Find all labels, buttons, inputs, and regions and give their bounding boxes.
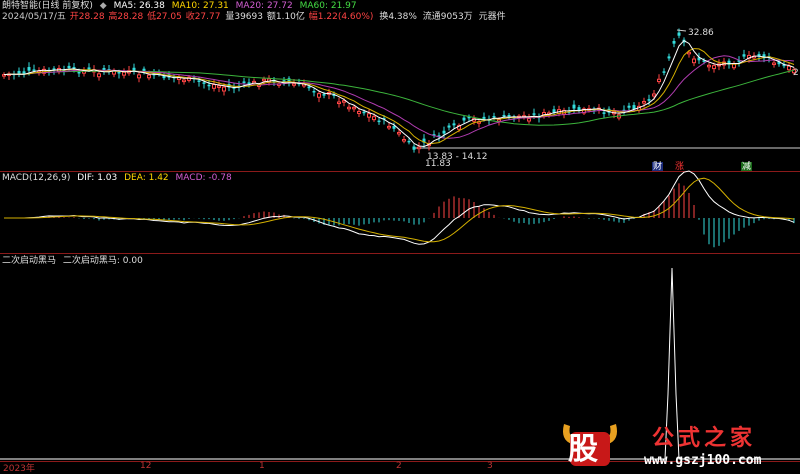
candlesticks xyxy=(2,28,796,154)
candle-body xyxy=(482,116,486,119)
candle-body xyxy=(392,126,396,129)
watermark-logo-char: 股 xyxy=(568,432,598,467)
candle-body xyxy=(222,86,226,92)
macd-histogram xyxy=(28,183,795,248)
candle-body xyxy=(602,112,606,114)
candle-body xyxy=(657,78,661,83)
candle-body xyxy=(692,58,696,64)
candle-body xyxy=(32,69,36,71)
candle-body xyxy=(447,125,451,128)
candle-body xyxy=(677,32,681,36)
candle-body xyxy=(72,67,76,69)
candle-body xyxy=(712,65,716,70)
candle-body xyxy=(357,110,361,114)
candle-body xyxy=(347,106,351,110)
candle-body xyxy=(212,84,216,89)
candle-body xyxy=(67,65,71,69)
candle-body xyxy=(97,73,101,78)
candle-body xyxy=(137,74,141,79)
candle-body xyxy=(787,65,791,71)
candle-body xyxy=(662,71,666,73)
watermark-url: www.gszj100.com xyxy=(644,453,762,468)
candle-body xyxy=(497,119,501,122)
xaxis-tick: 2 xyxy=(396,461,402,471)
candle-body xyxy=(627,105,631,108)
candle-body xyxy=(402,139,406,142)
dif-line xyxy=(4,170,795,245)
candle-body xyxy=(122,71,126,76)
candle-body xyxy=(342,100,346,103)
candle-body xyxy=(242,81,246,83)
range-label: 13.83 - 14.12 xyxy=(427,152,488,162)
candle-body xyxy=(117,72,121,74)
candle-body xyxy=(367,113,371,118)
candle-body xyxy=(217,85,221,88)
xaxis-tick: 12 xyxy=(140,461,152,471)
candle-body xyxy=(262,78,266,82)
candle-body xyxy=(507,114,511,117)
candle-body xyxy=(707,64,711,68)
candle-body xyxy=(377,120,381,123)
candle-body xyxy=(772,62,776,66)
candle-body xyxy=(362,111,366,114)
candle-body xyxy=(652,93,656,97)
candle-body xyxy=(572,104,576,109)
candle-body xyxy=(452,123,456,126)
right-edge-label: 2 xyxy=(793,68,799,78)
candle-body xyxy=(387,125,391,129)
price-chart[interactable]: 32.86 11.83 13.83 - 14.12 2 xyxy=(0,0,800,172)
candle-body xyxy=(182,79,186,83)
candle-body xyxy=(632,105,636,110)
candle-body xyxy=(337,101,341,105)
candle-body xyxy=(667,56,671,59)
candle-body xyxy=(502,114,506,117)
candle-body xyxy=(642,100,646,104)
macd-chart[interactable] xyxy=(0,166,800,256)
candle-body xyxy=(27,67,31,71)
candle-body xyxy=(312,90,316,93)
candle-body xyxy=(207,84,211,87)
high-marker xyxy=(676,29,687,32)
candle-body xyxy=(292,83,296,86)
candle-body xyxy=(417,146,421,150)
candle-body xyxy=(397,131,401,135)
candle-body xyxy=(492,116,496,118)
candle-body xyxy=(462,117,466,121)
candle-body xyxy=(77,71,81,74)
candle-body xyxy=(687,51,691,55)
candle-body xyxy=(442,130,446,134)
xaxis-tick: 2023年 xyxy=(3,464,35,474)
watermark: 股 公式之家 www.gszj100.com xyxy=(556,416,800,474)
candle-body xyxy=(147,74,151,79)
candle-body xyxy=(412,146,416,150)
xaxis-tick: 1 xyxy=(259,461,265,471)
candle-body xyxy=(132,67,136,71)
xaxis-tick: 3 xyxy=(487,461,493,471)
candle-body xyxy=(532,113,536,115)
candle-body xyxy=(307,86,311,89)
candle-body xyxy=(742,54,746,57)
candle-body xyxy=(647,99,651,101)
dea-line xyxy=(4,177,795,243)
candle-body xyxy=(317,93,321,98)
high-price-label: 32.86 xyxy=(688,28,714,38)
candle-body xyxy=(407,140,411,143)
candle-body xyxy=(202,82,206,84)
candle-body xyxy=(672,40,676,44)
watermark-name: 公式之家 xyxy=(652,425,757,451)
candle-body xyxy=(352,106,356,110)
candle-body xyxy=(527,118,531,122)
candle-body xyxy=(197,80,201,82)
candle-body xyxy=(322,94,326,96)
candle-body xyxy=(372,116,376,121)
candle-body xyxy=(87,67,91,70)
